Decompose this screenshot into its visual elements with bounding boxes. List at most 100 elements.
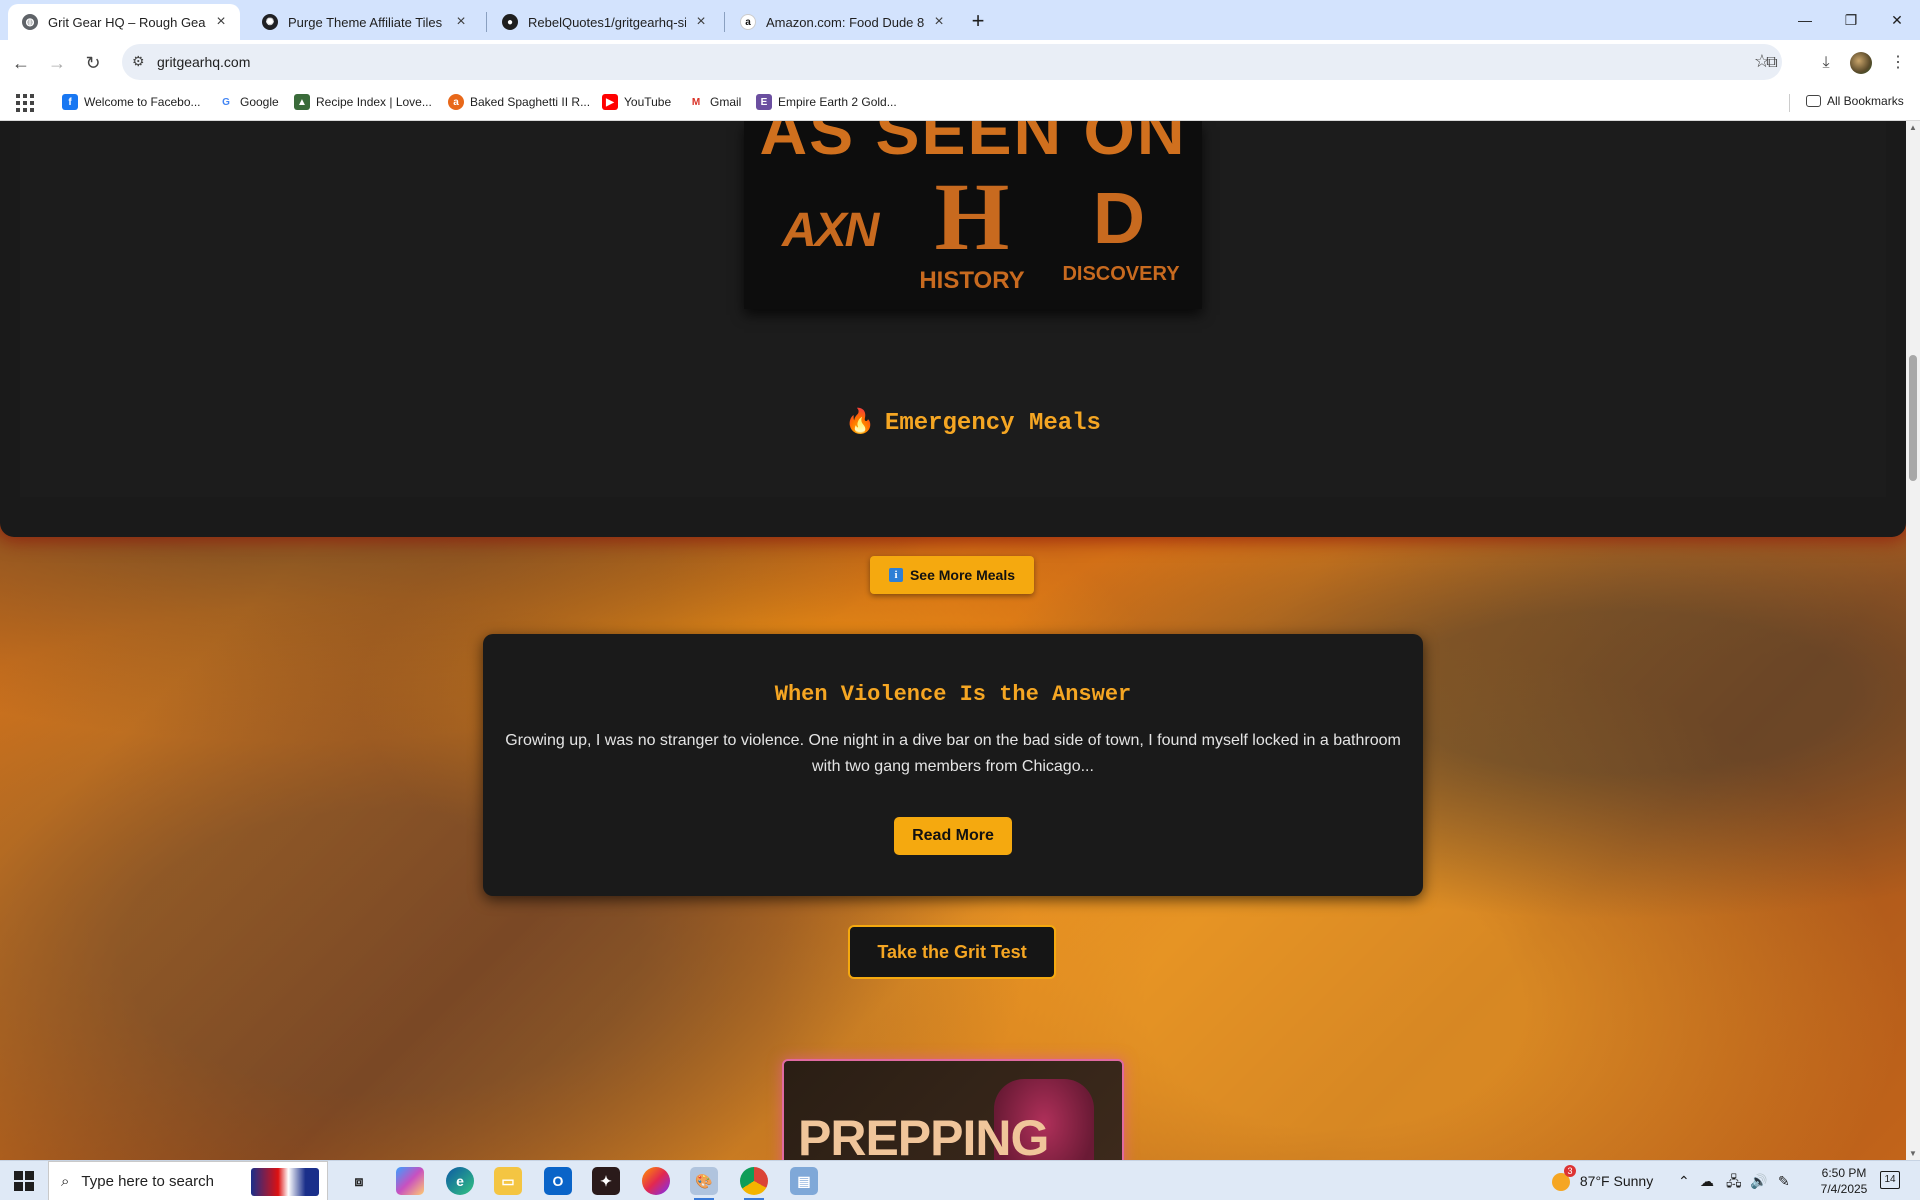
forward-icon[interactable]: →: [42, 48, 72, 78]
bookmark-label: Gmail: [710, 95, 742, 109]
search-placeholder: Type here to search: [81, 1172, 214, 1190]
notifications-icon[interactable]: 14: [1880, 1171, 1900, 1189]
youtube-icon: ▶: [602, 94, 618, 110]
weather-widget[interactable]: 3 87°F Sunny: [1552, 1161, 1653, 1200]
copilot-icon[interactable]: [396, 1167, 424, 1195]
menu-icon[interactable]: ⋮: [1884, 49, 1912, 77]
url-text[interactable]: gritgearhq.com: [157, 54, 250, 70]
close-icon[interactable]: ×: [212, 13, 230, 31]
bookmark-youtube[interactable]: ▶ YouTube: [602, 94, 671, 110]
bookmark-gmail[interactable]: M Gmail: [688, 94, 741, 110]
bookmark-label: Recipe Index | Love...: [316, 95, 432, 109]
tab-grit-gear[interactable]: ◍ Grit Gear HQ – Rough Gear for ×: [8, 4, 240, 40]
system-clock[interactable]: 6:50 PM 7/4/2025: [1812, 1165, 1876, 1197]
outlook-icon[interactable]: O: [544, 1167, 572, 1195]
history-logo-text: HISTORY: [919, 267, 1025, 294]
reload-icon[interactable]: ↻: [78, 48, 108, 78]
file-explorer-icon[interactable]: ▭: [494, 1167, 522, 1195]
read-more-button[interactable]: Read More: [894, 817, 1012, 855]
all-bookmarks[interactable]: All Bookmarks: [1806, 94, 1904, 108]
volume-icon[interactable]: 🔊: [1750, 1161, 1767, 1200]
allrecipes-icon: a: [448, 94, 464, 110]
info-icon: i: [888, 568, 903, 582]
close-window-icon[interactable]: ✕: [1874, 0, 1920, 40]
tab-purge-theme[interactable]: ✺ Purge Theme Affiliate Tiles ×: [248, 4, 480, 40]
scroll-down-icon[interactable]: ▼: [1909, 1149, 1917, 1158]
prepping-tile[interactable]: PREPPING: [782, 1059, 1124, 1160]
profile-avatar[interactable]: [1850, 52, 1872, 74]
search-icon: ⌕: [61, 1172, 70, 1190]
featured-panel-inner: AS SEEN ON AXN H HISTORY D DISCOVERY 🔥 Em…: [20, 121, 1886, 497]
restore-icon[interactable]: ❐: [1828, 0, 1874, 40]
tab-title: Purge Theme Affiliate Tiles: [288, 14, 443, 30]
address-bar[interactable]: ⚙ gritgearhq.com ☆: [122, 44, 1782, 80]
task-view-icon[interactable]: ⧈: [345, 1167, 373, 1195]
sun-icon: 3: [1552, 1165, 1576, 1192]
tab-title: Amazon.com: Food Dude 82nd: [766, 14, 924, 30]
emergency-meals-label: Emergency Meals: [884, 410, 1101, 437]
tab-github[interactable]: ● RebelQuotes1/gritgearhq-site ×: [488, 4, 720, 40]
pen-icon[interactable]: ✎: [1778, 1161, 1790, 1200]
see-more-meals-button[interactable]: i See More Meals: [870, 556, 1034, 594]
minimize-icon[interactable]: —: [1782, 0, 1828, 40]
windows-start-icon[interactable]: [14, 1171, 34, 1191]
network-icon[interactable]: 🖧: [1726, 1161, 1742, 1200]
new-tab-button[interactable]: +: [964, 8, 992, 36]
grit-test-button[interactable]: Take the Grit Test: [848, 925, 1056, 979]
folder-icon: [1806, 95, 1821, 107]
download-icon[interactable]: ⤓: [1812, 49, 1840, 77]
taskbar-search[interactable]: ⌕ Type here to search: [48, 1161, 328, 1200]
story-excerpt: Growing up, I was no stranger to violenc…: [505, 732, 1401, 775]
page-viewport: AS SEEN ON AXN H HISTORY D DISCOVERY 🔥 Em…: [0, 121, 1906, 1160]
close-icon[interactable]: ×: [452, 13, 470, 31]
chrome-icon[interactable]: [740, 1167, 768, 1200]
weather-text: 87°F Sunny: [1579, 1173, 1654, 1189]
windows-taskbar: ⌕ Type here to search ⧈ e ▭ O ✦ 🎨 ▤ 3 87…: [0, 1160, 1920, 1200]
bookmark-recipe-index[interactable]: ▲ Recipe Index | Love...: [294, 94, 432, 110]
tab-amazon[interactable]: a Amazon.com: Food Dude 82nd ×: [726, 4, 958, 40]
tab-separator: [486, 12, 487, 32]
bookmark-label: Baked Spaghetti II R...: [470, 95, 591, 109]
browser-toolbar: ← → ↻ ⚙ gritgearhq.com ☆ ⧉ ⤓ ⋮: [0, 40, 1920, 85]
tab-strip: ◍ Grit Gear HQ – Rough Gear for × ✺ Purg…: [0, 0, 1920, 40]
gmail-icon: M: [688, 94, 704, 110]
as-seen-on-card: AS SEEN ON AXN H HISTORY D DISCOVERY: [744, 121, 1202, 309]
bookmark-facebook[interactable]: f Welcome to Facebo...: [62, 94, 201, 110]
back-icon[interactable]: ←: [6, 48, 36, 78]
tab-separator: [724, 12, 725, 32]
show-hidden-icons-icon[interactable]: ⌃: [1678, 1161, 1690, 1200]
discovery-logo-mark: D: [1093, 179, 1145, 259]
game-app-icon[interactable]: ✦: [592, 1167, 620, 1195]
firefox-icon[interactable]: [642, 1167, 670, 1195]
onedrive-icon[interactable]: ☁: [1700, 1161, 1714, 1200]
edge-icon[interactable]: e: [446, 1167, 474, 1195]
see-more-meals-label: See More Meals: [909, 567, 1016, 583]
google-icon: G: [218, 94, 234, 110]
clock-time: 6:50 PM: [1821, 1166, 1867, 1180]
cast-icon[interactable]: ⧉: [1758, 49, 1786, 77]
bookmark-google[interactable]: G Google: [218, 94, 279, 110]
bookmark-empire-earth[interactable]: E Empire Earth 2 Gold...: [756, 94, 897, 110]
scrollbar-thumb[interactable]: [1909, 355, 1917, 481]
bookmark-label: Google: [240, 95, 279, 109]
tab-title: Grit Gear HQ – Rough Gear for: [48, 14, 206, 30]
notepad-icon[interactable]: ▤: [790, 1167, 818, 1195]
page-scrollbar[interactable]: ▲ ▼: [1906, 121, 1920, 1160]
empire-earth-icon: E: [756, 94, 772, 110]
paint-icon[interactable]: 🎨: [690, 1167, 718, 1200]
bookmark-label: Empire Earth 2 Gold...: [778, 95, 897, 109]
scroll-up-icon[interactable]: ▲: [1909, 123, 1917, 132]
story-title: When Violence Is the Answer: [774, 682, 1132, 707]
chatgpt-icon: ✺: [262, 14, 278, 30]
bookmark-baked-spaghetti[interactable]: a Baked Spaghetti II R...: [448, 94, 590, 110]
featured-panel: AS SEEN ON AXN H HISTORY D DISCOVERY 🔥 Em…: [0, 121, 1906, 537]
as-seen-on-title: AS SEEN ON: [759, 121, 1187, 168]
apps-grid-icon[interactable]: [16, 94, 34, 112]
close-icon[interactable]: ×: [692, 13, 710, 31]
close-icon[interactable]: ×: [930, 13, 948, 31]
history-logo-mark: H: [934, 163, 1010, 270]
bookmarks-divider: [1789, 94, 1790, 112]
discovery-logo-text: DISCOVERY: [1062, 263, 1180, 285]
search-highlight-image: [251, 1168, 319, 1196]
site-info-icon[interactable]: ⚙: [132, 53, 145, 70]
